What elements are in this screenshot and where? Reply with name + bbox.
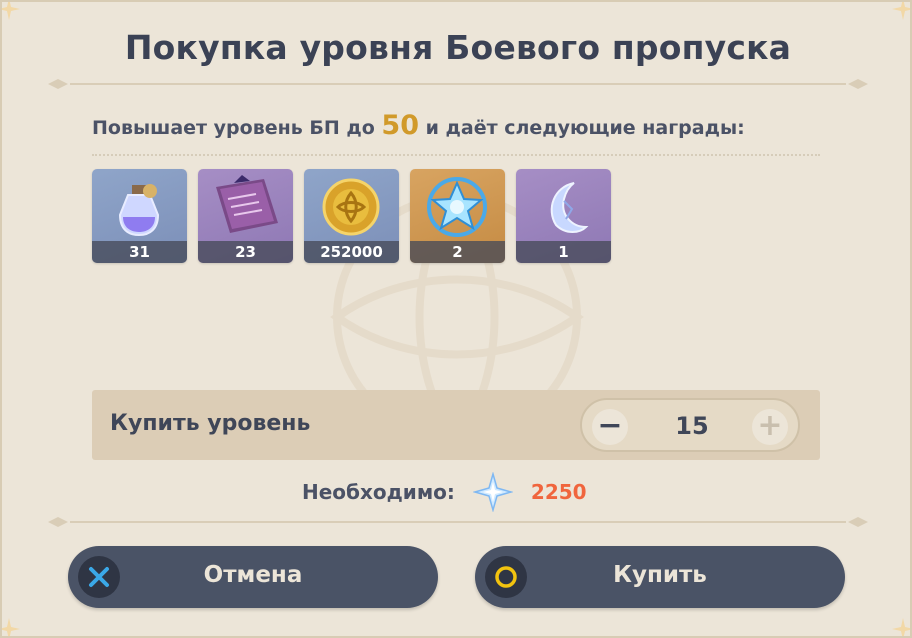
moon-crystal-icon	[516, 169, 611, 241]
corner-star-icon	[2, 618, 20, 636]
mora-coin-icon	[304, 169, 399, 241]
crystal-icon	[410, 169, 505, 241]
corner-star-icon	[892, 2, 910, 20]
buy-level-label: Купить уровень	[110, 411, 311, 436]
reward-count: 31	[92, 241, 187, 263]
reward-count: 1	[516, 241, 611, 263]
ornament-divider	[42, 78, 874, 90]
reward-count: 23	[198, 241, 293, 263]
primogem-icon	[472, 472, 513, 512]
buy-label: Купить	[613, 562, 707, 588]
cost-row: Необходимо: 2250	[302, 472, 587, 512]
subtitle-text-end: и даёт следующие награды:	[425, 117, 745, 139]
potion-icon	[92, 169, 187, 241]
reward-item[interactable]: 252000	[304, 169, 399, 263]
rewards-list: 31 23 252000 2 1	[92, 169, 611, 263]
cancel-label: Отмена	[203, 562, 303, 588]
dotted-divider	[92, 154, 820, 156]
cost-amount: 2250	[530, 480, 587, 504]
ornament-divider	[42, 516, 874, 528]
reward-count: 252000	[304, 241, 399, 263]
quantity-stepper: − 15 +	[580, 398, 800, 452]
book-icon	[198, 169, 293, 241]
buy-level-row: Купить уровень − 15 +	[92, 390, 820, 460]
purchase-level-dialog: Покупка уровня Боевого пропуска Повышает…	[0, 0, 912, 638]
corner-star-icon	[2, 2, 20, 20]
cancel-button[interactable]: Отмена	[68, 546, 438, 608]
reward-item[interactable]: 23	[198, 169, 293, 263]
reward-count: 2	[410, 241, 505, 263]
quantity-value: 15	[675, 412, 709, 440]
decrement-button[interactable]: −	[592, 409, 628, 445]
reward-item[interactable]: 2	[410, 169, 505, 263]
increment-button[interactable]: +	[752, 409, 788, 445]
buy-button[interactable]: Купить	[475, 546, 845, 608]
rewards-description: Повышает уровень БП до 50 и даёт следующ…	[92, 110, 745, 141]
corner-star-icon	[892, 618, 910, 636]
dialog-title: Покупка уровня Боевого пропуска	[124, 28, 792, 67]
cost-label: Необходимо:	[302, 480, 455, 504]
reward-item[interactable]: 31	[92, 169, 187, 263]
target-level: 50	[381, 110, 419, 141]
subtitle-text-start: Повышает уровень БП до	[92, 117, 375, 139]
reward-item[interactable]: 1	[516, 169, 611, 263]
